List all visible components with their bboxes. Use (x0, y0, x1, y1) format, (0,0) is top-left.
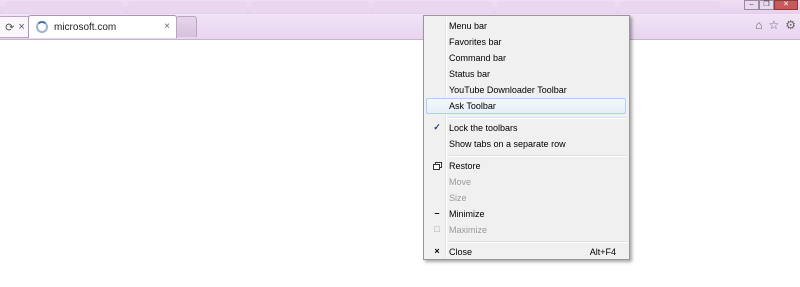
restore-icon (431, 160, 443, 171)
title-bar (0, 0, 800, 14)
menu-item-menu-bar[interactable]: Menu bar (426, 18, 626, 33)
menu-item-label: Show tabs on a separate row (449, 139, 566, 149)
menu-item-label: Size (449, 193, 467, 203)
menu-item-command-bar[interactable]: Command bar (426, 50, 626, 65)
menu-item-label: Close (449, 247, 473, 257)
menu-item-label: Maximize (449, 225, 488, 235)
menu-item-close[interactable]: × Close Alt+F4 (426, 244, 626, 259)
minimize-icon: – (434, 208, 440, 218)
menu-item-label: Lock the toolbars (449, 123, 518, 133)
menu-item-label: Menu bar (449, 21, 488, 31)
menu-item-status-bar[interactable]: Status bar (426, 66, 626, 81)
menu-item-maximize[interactable]: □ Maximize (426, 222, 626, 237)
gear-icon[interactable]: ⚙ (785, 18, 796, 32)
menu-item-label: Command bar (449, 53, 507, 63)
background-tab (128, 1, 246, 13)
menu-item-label: Move (449, 177, 472, 187)
favorites-star-icon[interactable]: ☆ (768, 18, 779, 32)
new-tab-button[interactable] (176, 16, 197, 37)
restore-window-button[interactable]: ❐ (759, 0, 774, 10)
menu-item-show-tabs-separate-row[interactable]: Show tabs on a separate row (426, 136, 626, 151)
tab-title: microsoft.com (54, 21, 117, 33)
menu-item-label: Favorites bar (449, 37, 502, 47)
menu-separator (449, 117, 627, 119)
menu-separator (449, 241, 627, 243)
background-tab (497, 1, 615, 13)
background-tab (251, 1, 369, 13)
menu-item-youtube-downloader-toolbar[interactable]: YouTube Downloader Toolbar (426, 82, 626, 97)
minimize-window-button[interactable]: – (744, 0, 759, 10)
loading-icon (36, 21, 48, 33)
browser-icons: ⌂ ☆ ⚙ (755, 18, 796, 32)
menu-item-lock-toolbars[interactable]: ✓ Lock the toolbars (426, 120, 626, 135)
menu-item-shortcut: Alt+F4 (589, 247, 616, 257)
menu-item-size[interactable]: Size (426, 190, 626, 205)
menu-item-restore[interactable]: Restore (426, 158, 626, 173)
menu-item-label: Status bar (449, 69, 491, 79)
home-icon[interactable]: ⌂ (755, 18, 762, 32)
maximize-icon: □ (434, 224, 440, 234)
background-tab (374, 1, 492, 13)
nav-buttons: ⟳ × (0, 16, 31, 38)
menu-item-label: Minimize (449, 209, 485, 219)
background-tab (5, 1, 123, 13)
menu-item-minimize[interactable]: – Minimize (426, 206, 626, 221)
menu-item-favorites-bar[interactable]: Favorites bar (426, 34, 626, 49)
menu-separator (449, 155, 627, 157)
menu-item-ask-toolbar[interactable]: Ask Toolbar (426, 98, 626, 114)
stop-icon[interactable]: × (18, 21, 24, 33)
menu-item-move[interactable]: Move (426, 174, 626, 189)
close-window-button[interactable]: ✕ (774, 0, 798, 10)
window-controls: – ❐ ✕ (744, 0, 798, 10)
menu-item-label: Restore (449, 161, 481, 171)
refresh-icon[interactable]: ⟳ (5, 21, 14, 34)
background-tab (620, 1, 720, 13)
toolbar-context-menu: Menu bar Favorites bar Command bar Statu… (423, 15, 630, 260)
menu-item-label: Ask Toolbar (449, 101, 496, 111)
close-icon: × (434, 246, 440, 256)
checkmark-icon: ✓ (433, 122, 441, 132)
menu-item-label: YouTube Downloader Toolbar (449, 85, 567, 95)
tab-microsoft[interactable]: microsoft.com × (28, 15, 177, 38)
tab-close-icon[interactable]: × (164, 21, 170, 32)
